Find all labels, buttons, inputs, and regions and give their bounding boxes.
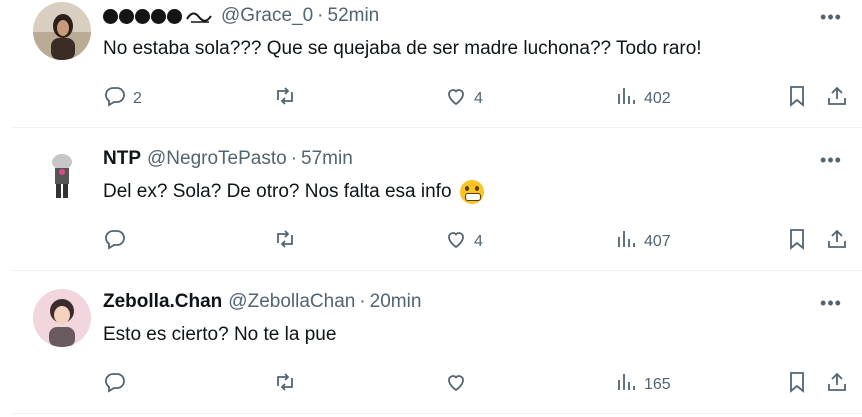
heart-icon xyxy=(444,227,468,256)
views-button[interactable]: 402 xyxy=(614,84,671,113)
retweet-button[interactable] xyxy=(273,370,303,399)
views-icon xyxy=(614,84,638,113)
retweet-icon xyxy=(273,227,297,256)
tweet-text-content: Del ex? Sola? De otro? Nos falta esa inf… xyxy=(103,181,452,202)
heart-icon xyxy=(444,84,468,113)
share-button[interactable] xyxy=(825,84,849,113)
retweet-icon xyxy=(273,370,297,399)
bookmark-button[interactable] xyxy=(785,370,809,399)
handle[interactable]: @ZebollaChan xyxy=(228,291,355,313)
separator: · xyxy=(290,148,298,169)
tweet-text: No estaba sola??? Que se quejaba de ser … xyxy=(103,38,702,59)
bookmark-icon xyxy=(785,84,809,113)
display-name[interactable]: NTP xyxy=(103,148,141,170)
retweet-button[interactable] xyxy=(273,227,303,256)
bookmark-button[interactable] xyxy=(785,84,809,113)
separator: · xyxy=(317,5,324,26)
share-button[interactable] xyxy=(825,227,849,256)
reply-button[interactable] xyxy=(103,370,133,399)
display-name[interactable]: Zebolla.Chan xyxy=(103,291,222,313)
share-icon xyxy=(825,227,849,256)
tweet-text: Del ex? Sola? De otro? Nos falta esa inf… xyxy=(103,179,484,205)
views-icon xyxy=(614,370,638,399)
more-icon[interactable]: ••• xyxy=(818,7,844,27)
avatar[interactable] xyxy=(33,289,91,347)
tweet-header: Zebolla.Chan @ZebollaChan · 20min xyxy=(103,290,421,314)
reply-button[interactable] xyxy=(103,227,133,256)
share-icon xyxy=(825,370,849,399)
reply-count: 2 xyxy=(133,89,142,107)
reply-icon xyxy=(103,84,127,113)
handle[interactable]: @Grace_0 xyxy=(221,5,313,27)
heart-icon xyxy=(444,370,468,399)
like-button[interactable] xyxy=(444,370,474,399)
share-icon xyxy=(825,84,849,113)
reply-icon xyxy=(103,227,127,256)
like-count: 4 xyxy=(474,89,483,107)
handle[interactable]: @NegroTePasto xyxy=(147,148,287,170)
bookmark-icon xyxy=(785,227,809,256)
views-button[interactable]: 165 xyxy=(614,370,671,399)
timestamp[interactable]: 52min xyxy=(328,5,380,27)
avatar[interactable] xyxy=(33,2,91,60)
views-button[interactable]: 407 xyxy=(614,227,671,256)
like-button[interactable]: 4 xyxy=(444,227,483,256)
reply-icon xyxy=(103,370,127,399)
views-count: 402 xyxy=(644,89,671,107)
separator: · xyxy=(359,291,366,312)
bookmark-button[interactable] xyxy=(785,227,809,256)
tweet-text: Esto es cierto? No te la pue xyxy=(103,324,337,345)
bookmark-icon xyxy=(785,370,809,399)
action-bar: 165 xyxy=(103,367,862,397)
tweet-header: NTP @NegroTePasto · 57min xyxy=(103,147,353,171)
more-icon[interactable]: ••• xyxy=(818,293,844,313)
timestamp[interactable]: 57min xyxy=(301,148,353,170)
retweet-button[interactable] xyxy=(273,84,303,113)
views-count: 165 xyxy=(644,375,671,393)
views-count: 407 xyxy=(644,232,671,250)
views-icon xyxy=(614,227,638,256)
display-name-emoji[interactable] xyxy=(103,7,215,25)
action-bar: 2 4 402 xyxy=(103,81,862,111)
grimacing-emoji-icon xyxy=(459,180,484,204)
tweet-header: @Grace_0 · 52min xyxy=(103,4,379,28)
reply-button[interactable]: 2 xyxy=(103,84,142,113)
like-count: 4 xyxy=(474,232,483,250)
like-button[interactable]: 4 xyxy=(444,84,483,113)
avatar[interactable] xyxy=(33,146,91,204)
action-bar: 4 407 xyxy=(103,224,862,254)
timestamp[interactable]: 20min xyxy=(370,291,422,313)
retweet-icon xyxy=(273,84,297,113)
more-icon[interactable]: ••• xyxy=(818,150,844,170)
share-button[interactable] xyxy=(825,370,849,399)
